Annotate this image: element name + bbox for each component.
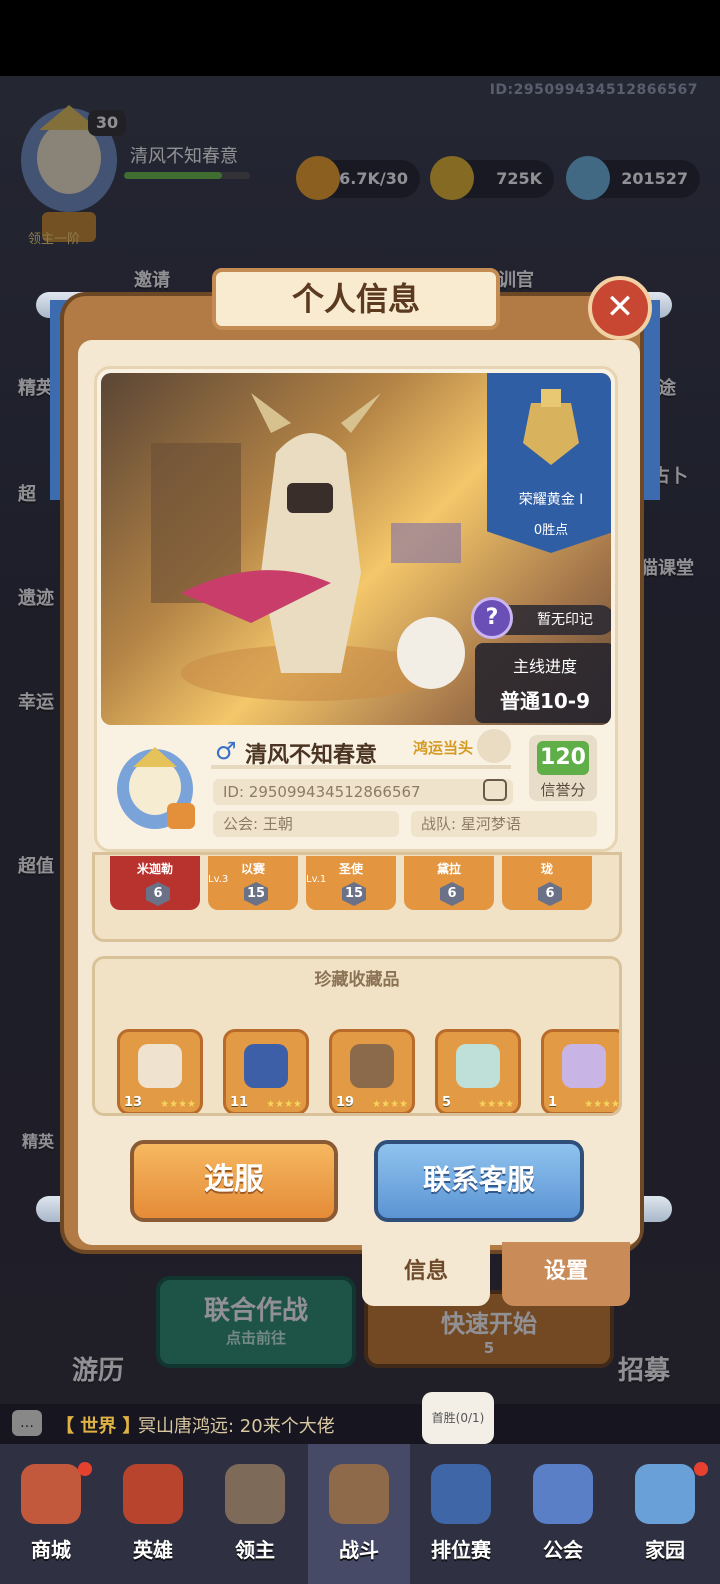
nav-shop[interactable]: 商城 [0,1444,102,1584]
collection-item[interactable]: 5 ★★★★ [435,1029,521,1113]
nav-home[interactable]: 家园 [614,1444,716,1584]
hero-level: 6 [146,882,170,906]
hero-name: 米迦勒 [136,862,173,876]
hero-name: 黛拉 [436,862,461,876]
rank-points: 0胜点 [533,523,569,538]
nav-home-notify-dot [694,1462,708,1476]
golden-hammer-icon [350,1044,394,1088]
chat-bubble-icon[interactable]: … [12,1410,42,1436]
ranked-shield-icon [431,1464,491,1524]
hero-tile[interactable]: 圣使 Lv.1 15 [306,856,396,910]
collection-stars: ★★★★ [584,1099,620,1110]
gender-male-icon: ♂ [215,737,237,765]
close-button[interactable]: ✕ [588,276,652,340]
rank-name: 荣耀黄金 I [518,492,584,508]
nav-shop-label: 商城 [31,1538,71,1562]
guild-castle-icon [533,1464,593,1524]
collection-title: 珍藏收藏品 [314,970,400,990]
nav-home-label: 家园 [645,1538,685,1562]
fairy-wings-icon [562,1044,606,1088]
select-server-button[interactable]: 选服 [130,1140,338,1222]
profile-id-row: ID: 2950994345128665​67 [213,779,513,805]
hero-portrait: 荣耀黄金 I 0胜点 暂无印记 ? 主线进度 普通10-9 [101,373,611,725]
collection-count: 11 [230,1095,249,1110]
main-progress-box: 主线进度 普通10-9 [475,643,611,723]
lord-banner-icon [225,1464,285,1524]
nav-ranked[interactable]: 排位赛 [410,1444,512,1584]
collection-stars: ★★★★ [160,1099,196,1110]
nav-lord[interactable]: 领主 [204,1444,306,1584]
hero-tile[interactable]: 米迦勒 6 [110,856,200,910]
collection-count: 13 [124,1095,143,1110]
hero-name: 珑 [540,862,553,876]
hero-tile[interactable]: 黛拉 6 [404,856,494,910]
hero-tile[interactable]: 珑 6 [502,856,592,910]
mark-question-icon[interactable]: ? [471,597,513,639]
bottom-nav: 商城 英雄 领主 战斗 排位赛 公会 家园 [0,1444,720,1584]
hero-tile[interactable]: 以赛 Lv.3 15 [208,856,298,910]
credit-score-label: 信誉分 [540,781,586,799]
first-win-badge: 首胜(0/1) [422,1392,494,1444]
collection-panel: 珍藏收藏品 13 ★★★★ 11 ★★★★ 19 ★★★★ 5 ★★★★ 1 ★… [92,956,622,1116]
tab-info[interactable]: 信息 [362,1242,490,1306]
home-house-icon [635,1464,695,1524]
collection-count: 5 [442,1095,452,1110]
nav-ranked-label: 排位赛 [431,1538,491,1562]
hero-lv: Lv.3 [208,874,229,885]
hero-level: 15 [342,882,366,906]
nav-heroes[interactable]: 英雄 [102,1444,204,1584]
collection-item[interactable]: 1 ★★★★ [541,1029,620,1113]
chat-message: 冥山唐鸿远: 20来个大佬 [138,1416,335,1437]
nav-guild[interactable]: 公会 [512,1444,614,1584]
name-underline [211,765,511,769]
collection-count: 19 [336,1095,355,1110]
battle-swords-icon [329,1464,389,1524]
hero-level: 15 [244,882,268,906]
status-bar [0,0,720,76]
hero-lv: Lv.1 [306,874,327,885]
collection-stars: ★★★★ [266,1099,302,1110]
nav-heroes-label: 英雄 [133,1538,173,1562]
chat-channel: 【 世界 】 [56,1416,141,1437]
contact-support-button[interactable]: 联系客服 [374,1140,584,1222]
hero-card-icon [123,1464,183,1524]
collection-item[interactable]: 11 ★★★★ [223,1029,309,1113]
profile-avatar[interactable] [111,741,199,833]
credit-score-value: 120 [537,741,589,775]
hero-level: 6 [440,882,464,906]
edit-feather-icon[interactable] [477,729,511,763]
profile-guild-row: 公会: 王朝 [213,811,399,837]
hero-level: 6 [538,882,562,906]
copy-id-icon[interactable] [483,779,507,801]
collection-stars: ★★★★ [372,1099,408,1110]
collection-item[interactable]: 19 ★★★★ [329,1029,415,1113]
nav-lord-label: 领主 [235,1538,275,1562]
main-progress-value: 普通10-9 [499,689,591,713]
blue-bird-egg-icon [244,1044,288,1088]
trophy-gold-icon [523,389,579,465]
collection-count: 1 [548,1095,558,1110]
profile-avatar-icon [117,747,195,829]
main-progress-title: 主线进度 [512,657,577,676]
nav-shop-notify-dot [78,1462,92,1476]
feather-quill-icon [456,1044,500,1088]
collection-item[interactable]: 13 ★★★★ [117,1029,203,1113]
nav-guild-label: 公会 [543,1538,583,1562]
collection-stars: ★★★★ [478,1099,514,1110]
close-x-icon: ✕ [605,287,635,327]
scroll-document-icon [138,1044,182,1088]
profile-team-row: 战队: 星河梦语 [411,811,597,837]
shop-chest-icon [21,1464,81,1524]
profile-card: 荣耀黄金 I 0胜点 暂无印记 ? 主线进度 普通10-9 ♂ 清风不知春意 鸿… [94,366,618,852]
nav-battle[interactable]: 战斗 [308,1444,410,1584]
nav-battle-label: 战斗 [339,1538,379,1562]
modal-title: 个人信息 [212,268,500,330]
world-chat-bar[interactable]: … 【 世界 】 冥山唐鸿远: 20来个大佬 [0,1404,720,1444]
tab-settings[interactable]: 设置 [502,1242,630,1306]
